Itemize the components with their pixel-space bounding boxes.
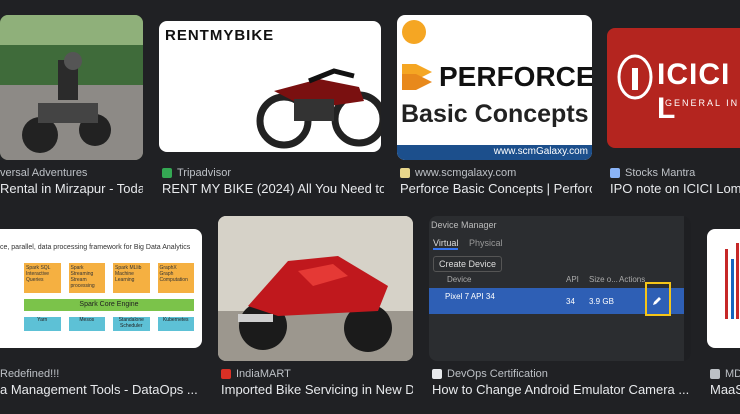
spark-schedulers: Yarn Mesos Standalone Scheduler Kubernet…: [24, 317, 194, 331]
column-device: Device: [447, 275, 472, 284]
result-title[interactable]: Perforce Basic Concepts | Perforc...: [400, 181, 592, 196]
icici-tagline: GENERAL IN: [665, 98, 740, 108]
result-thumbnail[interactable]: ce, parallel, data processing framework …: [0, 229, 202, 348]
result-source: Redefined!!!: [0, 368, 60, 380]
create-device-button: Create Device: [433, 256, 503, 272]
motorcycle-photo: [256, 68, 381, 149]
spark-diagram-title: ce, parallel, data processing framework …: [0, 244, 191, 251]
result-title[interactable]: IPO note on ICICI Lomba: [610, 181, 740, 196]
result-title[interactable]: MaaS: [710, 382, 740, 397]
indiamart-favicon-icon: [221, 369, 231, 379]
pencil-icon: [653, 297, 661, 305]
result-source: Stocks Mantra: [625, 167, 696, 179]
result-thumbnail[interactable]: RENTMYBIKE: [159, 21, 381, 152]
spark-components: Spark SQL Interactive Queries Spark Stre…: [24, 263, 194, 293]
result-source: Tripadvisor: [177, 167, 231, 179]
motorbike-rider-photo: [0, 15, 143, 160]
result-title[interactable]: How to Change Android Emulator Camera ..…: [432, 382, 691, 397]
bar-chart-thumbnail: [725, 243, 739, 319]
tab-physical: Physical: [469, 238, 503, 248]
perforce-wordmark: PERFORCE: [439, 61, 592, 92]
red-sportbike-photo: [218, 216, 413, 361]
result-thumbnail[interactable]: ICICI L GENERAL IN: [607, 28, 740, 148]
result-source: versal Adventures: [0, 167, 88, 179]
perforce-url: www.scmGalaxy.com: [493, 146, 588, 157]
result-title[interactable]: a Management Tools - DataOps ...: [0, 382, 202, 397]
result-thumbnail[interactable]: [0, 15, 143, 160]
tripadvisor-favicon-icon: [162, 168, 172, 178]
icici-brand: ICICI L: [657, 58, 731, 125]
device-row: Pixel 7 API 34 34 3.9 GB: [429, 282, 684, 316]
column-size: Size o...: [589, 275, 618, 284]
device-api: 34: [566, 297, 575, 306]
result-title[interactable]: RENT MY BIKE (2024) All You Need to ...: [162, 181, 384, 196]
result-source: www.scmgalaxy.com: [415, 167, 517, 179]
result-source: IndiaMART: [236, 368, 291, 380]
column-actions: Actions: [619, 275, 646, 284]
column-api: API: [566, 275, 579, 284]
perforce-subtitle: Basic Concepts: [401, 100, 589, 128]
result-source: MD: [725, 368, 740, 380]
result-thumbnail[interactable]: [707, 229, 740, 348]
scmgalaxy-favicon-icon: [400, 168, 410, 178]
result-thumbnail[interactable]: PERFORCE Basic Concepts www.scmGalaxy.co…: [397, 15, 592, 160]
device-size: 3.9 GB: [589, 297, 614, 306]
stocksmantra-favicon-icon: [610, 168, 620, 178]
md-favicon-icon: [710, 369, 720, 379]
scmgalaxy-logo-icon: [402, 20, 426, 44]
result-thumbnail[interactable]: [218, 216, 413, 361]
device-name: Pixel 7 API 34: [445, 292, 495, 301]
result-title[interactable]: Imported Bike Servicing in New D...: [221, 382, 413, 397]
tab-virtual: Virtual: [433, 238, 459, 250]
result-source: DevOps Certification: [447, 368, 548, 380]
result-title[interactable]: Rental in Mirzapur - Toda...: [0, 181, 143, 196]
spark-core-engine: Spark Core Engine: [24, 299, 194, 311]
icici-logo-icon: [617, 54, 653, 100]
result-thumbnail[interactable]: Device Manager Virtual Physical Create D…: [429, 216, 691, 361]
device-manager-header: Device Manager: [431, 220, 497, 230]
devops-favicon-icon: [432, 369, 442, 379]
perforce-logo-icon: [402, 64, 432, 90]
